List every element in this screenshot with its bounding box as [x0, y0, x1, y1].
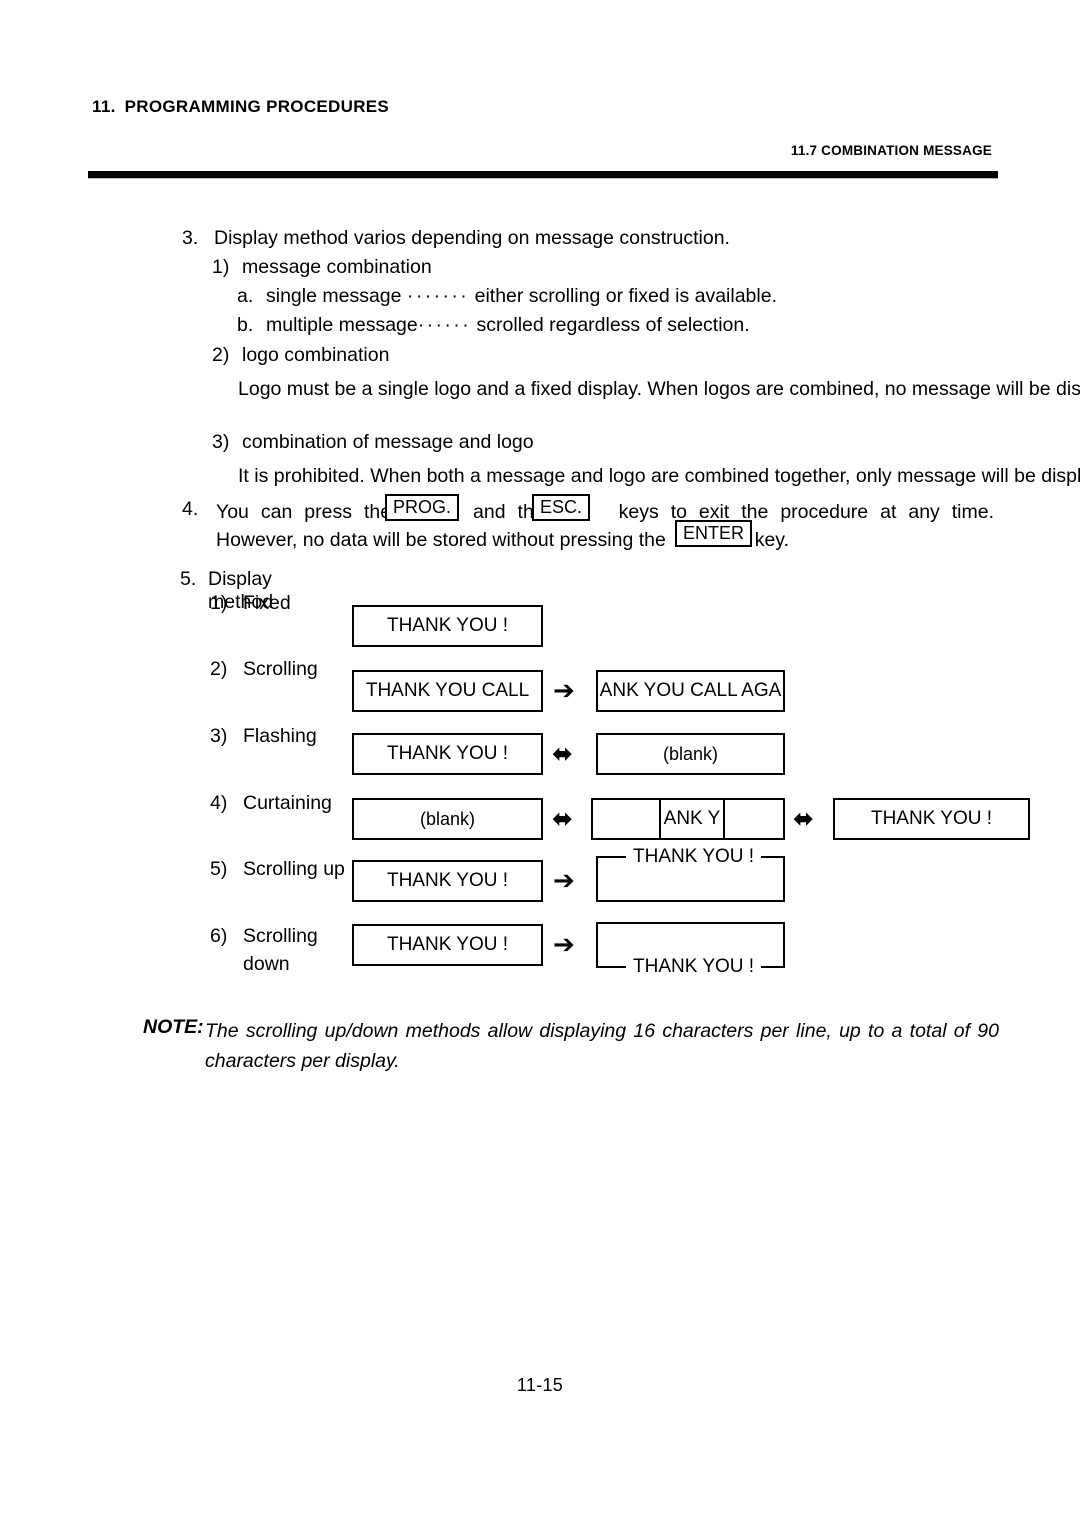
page-number: 11-15 — [516, 1375, 564, 1395]
display-method-diagram: 1) Fixed THANK YOU ! 2) Scrolling THANK … — [0, 0, 1080, 1000]
display-box-curtaining-2: ANK Y — [591, 798, 785, 840]
display-box-scrolling-down-1: THANK YOU ! — [352, 924, 543, 966]
arrow-right-icon: ➔ — [553, 676, 575, 706]
method-2-marker: 2) — [210, 658, 228, 680]
method-6-marker: 6) — [210, 925, 228, 947]
arrow-right-icon: ➔ — [553, 930, 575, 960]
arrow-bidirectional-icon: ⬌ — [552, 739, 573, 768]
display-box-text: THANK YOU ! — [386, 615, 509, 636]
display-box-scrolling-2: ANK YOU CALL AGA — [596, 670, 785, 712]
arrow-bidirectional-icon: ⬌ — [793, 804, 814, 833]
display-box-fixed-1: THANK YOU ! — [352, 605, 543, 647]
note-label: NOTE: — [143, 1016, 204, 1038]
display-box-flashing-2: (blank) — [596, 733, 785, 775]
method-6-label-line2: down — [243, 953, 290, 975]
display-box-curtaining-3: THANK YOU ! — [833, 798, 1030, 840]
display-box-scrolling-1: THANK YOU CALL — [352, 670, 543, 712]
display-box-text: THANK YOU ! — [386, 870, 509, 891]
curtain-segment-right — [725, 800, 783, 838]
display-box-text: THANK YOU ! — [626, 847, 762, 867]
method-5-marker: 5) — [210, 858, 228, 880]
curtain-segment-left — [593, 800, 659, 838]
display-box-scrolling-down-2: THANK YOU ! — [596, 922, 785, 977]
display-box-text: THANK YOU ! — [870, 808, 993, 829]
display-box-text: (blank) — [662, 743, 719, 764]
display-box-flashing-1: THANK YOU ! — [352, 733, 543, 775]
display-box-curtaining-1: (blank) — [352, 798, 543, 840]
display-box-text: THANK YOU ! — [626, 957, 762, 977]
method-4-marker: 4) — [210, 792, 228, 814]
method-5-label: Scrolling up — [243, 858, 345, 880]
display-box-text: (blank) — [419, 808, 476, 829]
method-2-label: Scrolling — [243, 658, 318, 680]
method-3-marker: 3) — [210, 725, 228, 747]
arrow-right-icon: ➔ — [553, 866, 575, 896]
method-3-label: Flashing — [243, 725, 317, 747]
method-6-label: Scrolling — [243, 925, 318, 947]
method-4-label: Curtaining — [243, 792, 332, 814]
method-1-marker: 1) — [210, 592, 228, 614]
arrow-bidirectional-icon: ⬌ — [552, 804, 573, 833]
curtain-segment-center: ANK Y — [659, 800, 725, 838]
display-box-text: THANK YOU ! — [386, 934, 509, 955]
display-box-text: ANK YOU CALL AGA — [599, 680, 782, 701]
method-1-label: Fixed — [243, 592, 291, 614]
display-box-text: THANK YOU CALL — [365, 680, 530, 701]
display-box-scrolling-up-2: THANK YOU ! — [596, 847, 785, 902]
note-text: The scrolling up/down methods allow disp… — [205, 1020, 999, 1072]
display-box-scrolling-up-1: THANK YOU ! — [352, 860, 543, 902]
display-box-text: THANK YOU ! — [386, 743, 509, 764]
display-box-text: ANK Y — [663, 808, 721, 829]
